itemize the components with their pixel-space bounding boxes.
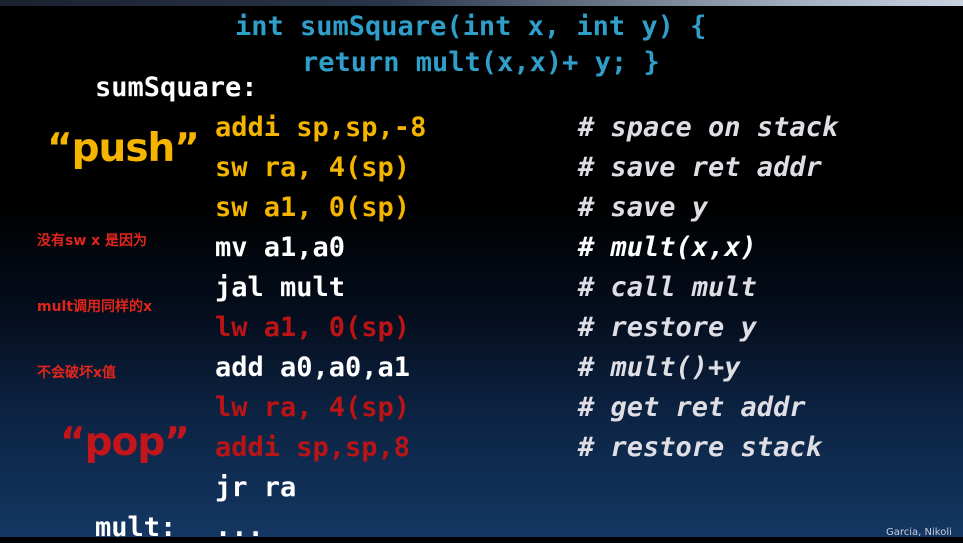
comment-restore-stack: # restore stack [578, 432, 822, 463]
comment-save-ret-addr: # save ret addr [578, 152, 822, 183]
instruction-jr-ra: jr ra [215, 472, 297, 503]
instruction-lw-ra: lw ra, 4(sp) [215, 392, 411, 423]
comment-mult-x-x: # mult(x,x) [578, 232, 757, 263]
mult-body-ellipsis: ... [215, 512, 264, 543]
mult-label: mult: [95, 512, 177, 543]
sumsquare-label: sumSquare: [95, 72, 258, 103]
comment-save-y: # save y [578, 192, 709, 223]
instruction-sw-ra: sw ra, 4(sp) [215, 152, 411, 183]
pop-label: “pop” [60, 420, 190, 465]
comment-get-ret-addr: # get ret addr [578, 392, 806, 423]
c-return-statement: return mult(x,x)+ y; } [302, 47, 660, 78]
instruction-addi-alloc: addi sp,sp,-8 [215, 112, 427, 143]
instruction-mv: mv a1,a0 [215, 232, 346, 263]
instruction-addi-dealloc: addi sp,sp,8 [215, 432, 411, 463]
c-function-signature: int sumSquare(int x, int y) { [235, 11, 707, 42]
annotation-note-line: mult调用同样的x [37, 299, 153, 315]
push-label: “push” [47, 126, 200, 171]
annotation-note-line: 不会破坏x值 [37, 365, 117, 381]
comment-restore-y: # restore y [578, 312, 757, 343]
instruction-add: add a0,a0,a1 [215, 352, 411, 383]
annotation-note-line: 没有sw x 是因为 [37, 233, 148, 249]
footer-author: Garcia, Nikoli [886, 527, 952, 538]
instruction-lw-a1: lw a1, 0(sp) [215, 312, 411, 343]
comment-mult-plus-y: # mult()+y [578, 352, 741, 383]
instruction-jal-mult: jal mult [215, 272, 346, 303]
slide-top-bar [0, 0, 963, 6]
instruction-sw-a1: sw a1, 0(sp) [215, 192, 411, 223]
annotation-note: 没有sw x 是因为 mult调用同样的x 不会破坏x值 [37, 186, 152, 406]
comment-space-on-stack: # space on stack [578, 112, 839, 143]
comment-call-mult: # call mult [578, 272, 757, 303]
